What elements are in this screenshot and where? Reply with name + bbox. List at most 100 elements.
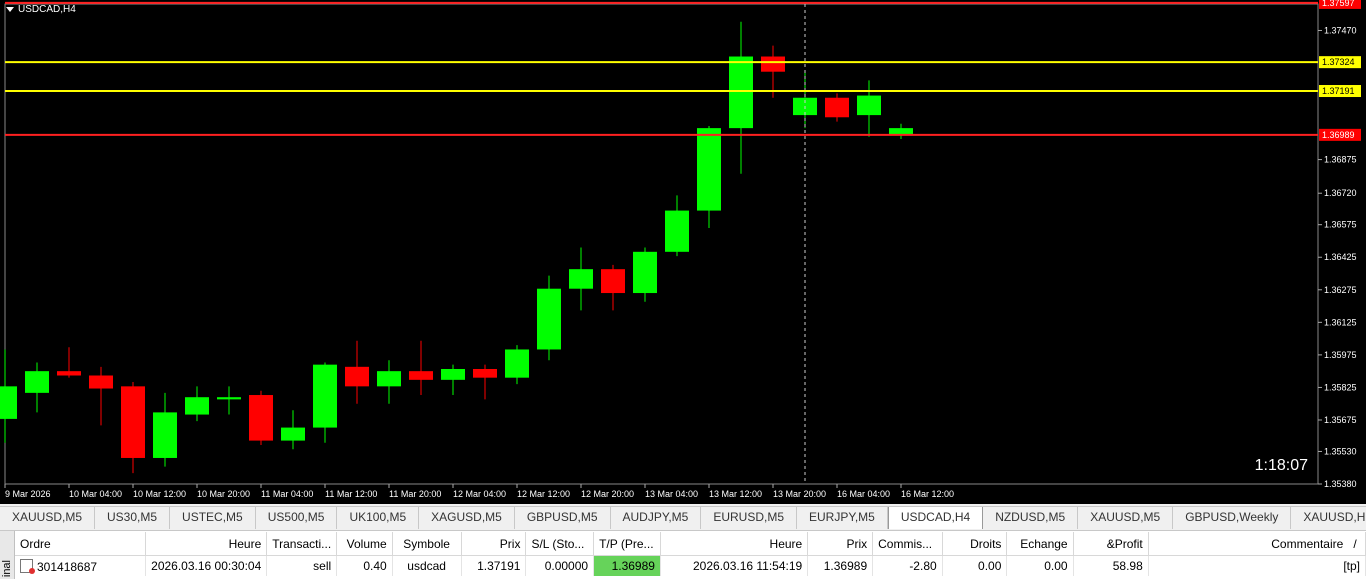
time-tick-label: 13 Mar 20:00 — [773, 489, 826, 499]
candle-body — [633, 251, 657, 294]
candle-body — [857, 95, 881, 116]
candle-body — [409, 371, 433, 380]
candle-body — [249, 395, 273, 441]
orders-header-row: Ordre Heure Transacti... Volume Symbole … — [15, 532, 1366, 556]
cell-droits: 0.00 — [942, 555, 1008, 576]
cell-ordre: 301418687 — [15, 555, 147, 576]
time-tick-label: 10 Mar 20:00 — [197, 489, 250, 499]
cell-transaction: sell — [266, 555, 338, 576]
column-header-commission[interactable]: Commis... — [872, 532, 943, 556]
column-header-profit[interactable]: &Profit — [1073, 532, 1149, 556]
column-header-sl[interactable]: S/L (Sto... — [525, 532, 595, 556]
time-tick-label: 13 Mar 12:00 — [709, 489, 762, 499]
sell-order-icon — [20, 558, 35, 574]
price-tick-label: 1.35675 — [1324, 415, 1357, 425]
level-price-label: 1.37191 — [1322, 86, 1355, 96]
column-header-volume[interactable]: Volume — [336, 532, 393, 556]
column-header-ordre[interactable]: Ordre — [15, 532, 147, 556]
time-tick-label: 16 Mar 04:00 — [837, 489, 890, 499]
price-tick-label: 1.35530 — [1324, 446, 1357, 456]
price-tick-label: 1.37470 — [1324, 25, 1357, 35]
time-tick-label: 10 Mar 12:00 — [133, 489, 186, 499]
terminal-panel: inal Ordre Heure Transacti... Volume Sym… — [0, 530, 1366, 579]
price-tick-label: 1.35380 — [1324, 479, 1357, 489]
tab-1[interactable]: US30,M5 — [95, 507, 171, 529]
table-row[interactable]: 301418687 2026.03.16 00:30:04 sell 0.40 … — [15, 555, 1366, 576]
time-tick-label: 11 Mar 04:00 — [261, 489, 313, 499]
column-header-droits[interactable]: Droits — [942, 532, 1008, 556]
cell-profit: 58.98 — [1073, 555, 1149, 576]
level-price-label: 1.36989 — [1322, 130, 1355, 140]
candle-body — [569, 269, 593, 289]
time-tick-label: 10 Mar 04:00 — [69, 489, 122, 499]
symbol-text: USDCAD,H4 — [18, 4, 76, 15]
tab-11[interactable]: NZDUSD,M5 — [983, 507, 1079, 529]
price-tick-label: 1.36575 — [1324, 220, 1357, 230]
terminal-side-label[interactable]: inal — [0, 531, 15, 579]
price-tick-label: 1.36875 — [1324, 155, 1357, 165]
tab-12[interactable]: XAUUSD,M5 — [1078, 507, 1174, 529]
column-header-transaction[interactable]: Transacti... — [266, 532, 338, 556]
tab-5[interactable]: XAGUSD,M5 — [419, 507, 515, 529]
cell-echange: 0.00 — [1006, 555, 1074, 576]
candle-body — [761, 56, 785, 72]
time-tick-label: 12 Mar 20:00 — [581, 489, 634, 499]
column-header-echange[interactable]: Echange — [1006, 532, 1074, 556]
tab-6[interactable]: GBPUSD,M5 — [515, 507, 611, 529]
candle-body — [441, 368, 465, 380]
time-tick-label: 11 Mar 12:00 — [325, 489, 377, 499]
time-tick-label: 16 Mar 12:00 — [901, 489, 954, 499]
candle-body — [505, 349, 529, 378]
candle-body — [665, 210, 689, 252]
cell-volume: 0.40 — [336, 555, 393, 576]
tab-3[interactable]: US500,M5 — [256, 507, 338, 529]
price-chart[interactable]: 1.37470 1.36875 1.36720 1.36575 1.36425 1.362… — [0, 0, 1366, 504]
price-tick-label: 1.35975 — [1324, 350, 1357, 360]
candle-body — [25, 371, 49, 393]
column-header-prix[interactable]: Prix — [461, 532, 527, 556]
tab-8[interactable]: EURUSD,M5 — [701, 507, 798, 529]
candlestick-chart[interactable]: 1.37470 1.36875 1.36720 1.36575 1.36425 1.362… — [0, 0, 1366, 504]
column-header-heure-close[interactable]: Heure — [660, 532, 809, 556]
cell-sl: 0.00000 — [525, 555, 595, 576]
time-tick-label: 12 Mar 04:00 — [453, 489, 506, 499]
cell-heure-close: 2026.03.16 11:54:19 — [660, 555, 809, 576]
candle-body — [697, 128, 721, 211]
cell-tp: 1.36989 — [593, 555, 661, 576]
column-header-prix-close[interactable]: Prix — [807, 532, 874, 556]
column-header-tp[interactable]: T/P (Pre... — [593, 532, 661, 556]
candle-body — [89, 375, 113, 389]
orders-table: Ordre Heure Transacti... Volume Symbole … — [15, 532, 1366, 576]
price-tick-label: 1.35825 — [1324, 382, 1357, 392]
candle-body — [185, 397, 209, 415]
price-tick-label: 1.36125 — [1324, 317, 1357, 327]
bar-countdown: 1:18:07 — [1254, 457, 1308, 474]
column-header-commentaire[interactable]: Commentaire / — [1148, 532, 1366, 556]
tab-9[interactable]: EURJPY,M5 — [797, 507, 888, 529]
tab-4[interactable]: UK100,M5 — [337, 507, 420, 529]
price-tick-label: 1.36720 — [1324, 188, 1357, 198]
candle-body — [825, 97, 849, 118]
column-header-symbole[interactable]: Symbole — [392, 532, 462, 556]
time-tick-label: 12 Mar 12:00 — [517, 489, 570, 499]
cell-symbole: usdcad — [392, 555, 462, 576]
cell-prix-close: 1.36989 — [807, 555, 874, 576]
candle-body — [57, 371, 81, 376]
time-tick-label: 11 Mar 20:00 — [389, 489, 441, 499]
level-price-label: 1.37324 — [1322, 57, 1355, 67]
candle-body — [153, 412, 177, 458]
tab-13[interactable]: GBPUSD,Weekly — [1173, 507, 1292, 529]
candle-body — [345, 366, 369, 387]
candle-body — [537, 288, 561, 350]
time-tick-label: 13 Mar 04:00 — [645, 489, 698, 499]
column-header-heure[interactable]: Heure — [145, 532, 268, 556]
tab-2[interactable]: USTEC,M5 — [170, 507, 256, 529]
tab-7[interactable]: AUDJPY,M5 — [611, 507, 702, 529]
tab-0[interactable]: XAUUSD,M5 — [0, 507, 96, 529]
price-tick-label: 1.36275 — [1324, 285, 1357, 295]
tab-14[interactable]: XAUUSD,H1 — [1291, 507, 1366, 529]
candle-body — [889, 128, 913, 135]
sort-marker-icon: / — [1353, 536, 1357, 551]
candle-body — [0, 386, 17, 419]
tab-10[interactable]: USDCAD,H4 — [887, 507, 984, 529]
